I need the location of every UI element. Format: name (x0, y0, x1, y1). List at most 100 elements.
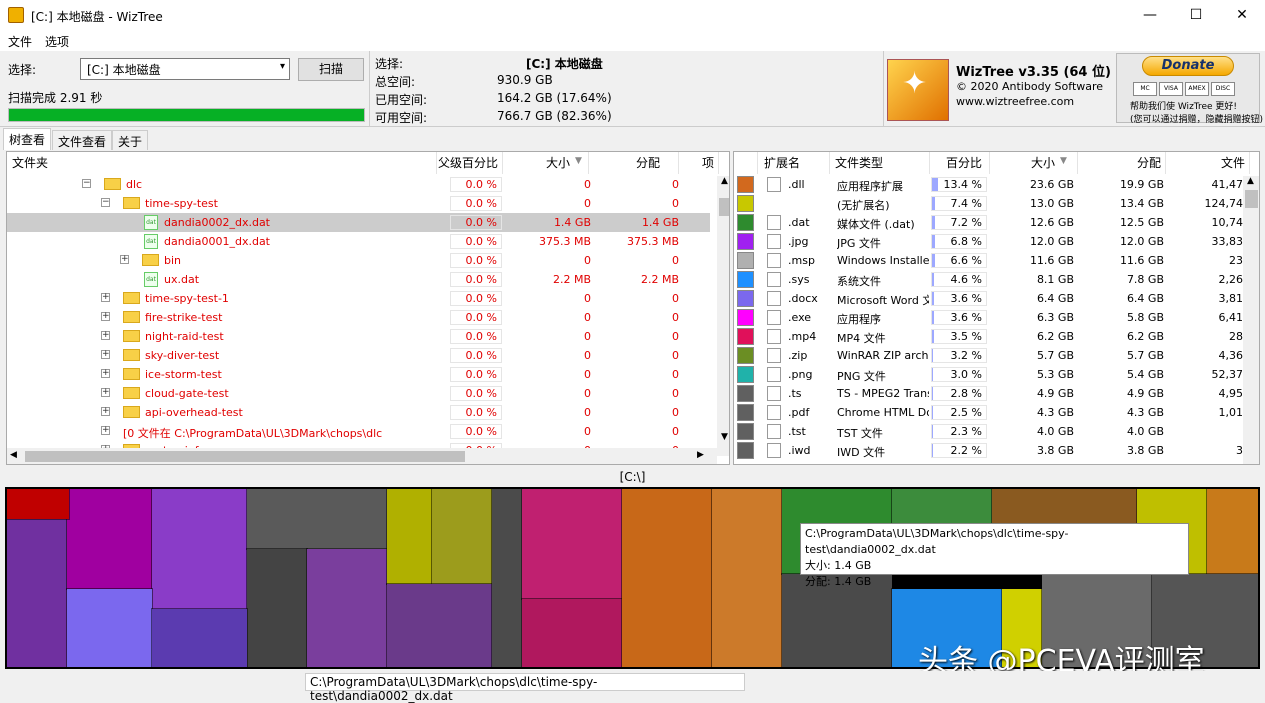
treemap-block[interactable] (151, 489, 248, 610)
expand-icon[interactable]: + (101, 388, 110, 397)
scroll-up-icon[interactable]: ▲ (721, 176, 728, 186)
treemap-block[interactable] (521, 598, 623, 667)
tree-horizontal-scrollbar[interactable]: ◀ ▶ (7, 448, 717, 464)
brand-url[interactable]: www.wiztreefree.com (956, 95, 1074, 108)
expand-icon[interactable]: + (120, 255, 129, 264)
extension-vertical-scrollbar[interactable]: ▲ (1243, 176, 1259, 464)
extension-row[interactable]: .iwd IWD 文件 2.2 % 3.8 GB 3.8 GB 30 (734, 441, 1250, 460)
tree-row-name: cloud-gate-test (145, 387, 229, 400)
treemap-block[interactable] (491, 489, 523, 667)
col-header-extension[interactable]: 扩展名 (758, 152, 830, 174)
menu-file[interactable]: 文件 (8, 33, 32, 50)
treemap-block[interactable] (246, 548, 308, 667)
scroll-up-icon[interactable]: ▲ (1247, 176, 1254, 186)
extension-row[interactable]: .docx Microsoft Word 文 3.6 % 6.4 GB 6.4 GB 3,… (734, 289, 1250, 308)
collapse-icon[interactable]: − (82, 179, 91, 188)
extension-row[interactable]: .exe 应用程序 3.6 % 6.3 GB 5.8 GB 6,417 (734, 308, 1250, 327)
extension-list-panel[interactable]: 扩展名 文件类型 百分比 大小 ▼ 分配 文件 .dll 应用程序扩展 13.4 %… (733, 151, 1260, 465)
scrollbar-thumb[interactable] (719, 198, 729, 216)
file-type-icon (767, 329, 781, 344)
treemap-block[interactable] (1206, 489, 1258, 575)
col-header-items[interactable]: 项 (679, 152, 719, 174)
treemap-block[interactable] (431, 489, 493, 585)
extension-row[interactable]: .dat 媒体文件 (.dat) 7.2 % 12.6 GB 12.5 GB 10,740 (734, 213, 1250, 232)
expand-icon[interactable]: + (101, 331, 110, 340)
scrollbar-thumb[interactable] (1245, 190, 1258, 208)
extension-row[interactable]: .ts TS - MPEG2 Transp2.8 % 4.9 GB 4.9 GB 4,9… (734, 384, 1250, 403)
scan-button[interactable]: 扫描 (298, 58, 364, 81)
donate-button[interactable]: Donate (1142, 56, 1234, 76)
treemap-block[interactable] (66, 588, 153, 667)
tab-file-view[interactable]: 文件查看 (52, 130, 113, 150)
extension-row[interactable]: .msp Windows Installer 6.6 % 11.6 GB 11.6 GB… (734, 251, 1250, 270)
treemap-block[interactable] (246, 489, 388, 550)
tree-vertical-scrollbar[interactable]: ▲ ▼ (717, 176, 729, 456)
treemap-block[interactable] (521, 489, 623, 600)
col-header-alloc[interactable]: 分配 (589, 152, 679, 174)
maximize-button[interactable]: ☐ (1173, 0, 1219, 31)
treemap-block[interactable] (66, 489, 153, 590)
expand-icon[interactable]: + (101, 293, 110, 302)
treemap-block[interactable] (386, 583, 493, 667)
col-header-file-type[interactable]: 文件类型 (830, 152, 930, 174)
scroll-down-icon[interactable]: ▼ (721, 432, 728, 442)
extension-row[interactable]: .zip WinRAR ZIP archiv 3.2 % 5.7 GB 5.7 GB 4,… (734, 346, 1250, 365)
extension-row[interactable]: .jpg JPG 文件 6.8 % 12.0 GB 12.0 GB 33,833 (734, 232, 1250, 251)
treemap-block[interactable] (151, 608, 248, 667)
tree-row[interactable]: + cloud-gate-test 0.0 % 0 0 (7, 384, 710, 403)
tree-row-size: 2.2 MB (552, 273, 591, 286)
extension-row[interactable]: .dll 应用程序扩展 13.4 % 23.6 GB 19.9 GB 41,478 (734, 175, 1250, 194)
col-header-alloc[interactable]: 分配 (1078, 152, 1166, 174)
tree-row[interactable]: + time-spy-test-1 0.0 % 0 0 (7, 289, 710, 308)
tree-row[interactable]: + bin 0.0 % 0 0 (7, 251, 710, 270)
col-header-percent[interactable]: 百分比 (930, 152, 990, 174)
tree-row-percent: 0.0 % (450, 405, 502, 420)
file-type-icon (767, 310, 781, 325)
col-header-parent-percent[interactable]: 父级百分比 (437, 152, 503, 174)
expand-icon[interactable]: + (101, 312, 110, 321)
expand-icon[interactable]: + (101, 407, 110, 416)
close-button[interactable]: ✕ (1219, 0, 1265, 31)
extension-row[interactable]: .png PNG 文件 3.0 % 5.3 GB 5.4 GB 52,370 (734, 365, 1250, 384)
col-header-folder[interactable]: 文件夹 (7, 152, 437, 174)
tree-row-percent: 0.0 % (450, 310, 502, 325)
tree-row[interactable]: − dlc 0.0 % 0 0 (7, 175, 710, 194)
tree-row[interactable]: dat dandia0002_dx.dat 0.0 % 1.4 GB 1.4 GB (7, 213, 710, 232)
extension-row[interactable]: (无扩展名) 7.4 % 13.0 GB 13.4 GB 124,740 (734, 194, 1250, 213)
drive-select[interactable]: [C:] 本地磁盘 ▾ (80, 58, 290, 80)
file-icon: dat (144, 234, 158, 249)
tab-about[interactable]: 关于 (112, 130, 149, 150)
col-header-files[interactable]: 文件 (1166, 152, 1250, 174)
scroll-right-icon[interactable]: ▶ (697, 450, 704, 460)
menu-options[interactable]: 选项 (45, 33, 69, 50)
extension-row[interactable]: .mp4 MP4 文件 3.5 % 6.2 GB 6.2 GB 281 (734, 327, 1250, 346)
tree-row-alloc: 0 (672, 311, 679, 324)
treemap-block[interactable] (621, 489, 713, 667)
tree-view-panel[interactable]: 文件夹 父级百分比 大小 ▼ 分配 项 − dlc 0.0 % 0 0− time-spy… (6, 151, 730, 465)
file-type: Windows Installer (837, 254, 929, 267)
extension-row[interactable]: .pdf Chrome HTML Docu2.5 % 4.3 GB 4.3 GB 1,0… (734, 403, 1250, 422)
tree-row[interactable]: + sky-diver-test 0.0 % 0 0 (7, 346, 710, 365)
expand-icon[interactable]: + (101, 369, 110, 378)
tree-row[interactable]: + [0 文件在 C:\ProgramData\UL\3DMark\chops\d… (7, 422, 710, 441)
treemap-block[interactable] (386, 489, 433, 585)
scroll-left-icon[interactable]: ◀ (10, 450, 17, 460)
minimize-button[interactable]: — (1127, 0, 1173, 31)
tree-row[interactable]: − time-spy-test 0.0 % 0 0 (7, 194, 710, 213)
expand-icon[interactable]: + (101, 350, 110, 359)
tree-row[interactable]: + ice-storm-test 0.0 % 0 0 (7, 365, 710, 384)
tree-row[interactable]: + night-raid-test 0.0 % 0 0 (7, 327, 710, 346)
expand-icon[interactable]: + (101, 426, 110, 435)
tree-row[interactable]: + api-overhead-test 0.0 % 0 0 (7, 403, 710, 422)
tree-row[interactable]: + fire-strike-test 0.0 % 0 0 (7, 308, 710, 327)
treemap-block[interactable] (7, 489, 70, 520)
scrollbar-thumb[interactable] (25, 451, 465, 462)
tree-row[interactable]: dat dandia0001_dx.dat 0.0 % 375.3 MB 375.3 M… (7, 232, 710, 251)
extension-row[interactable]: .sys 系统文件 4.6 % 8.1 GB 7.8 GB 2,263 (734, 270, 1250, 289)
treemap-block[interactable] (306, 548, 388, 667)
tree-row[interactable]: dat ux.dat 0.0 % 2.2 MB 2.2 MB (7, 270, 710, 289)
tab-tree-view[interactable]: 树查看 (3, 128, 52, 150)
collapse-icon[interactable]: − (101, 198, 110, 207)
extension-row[interactable]: .tst TST 文件 2.3 % 4.0 GB 4.0 GB 2 (734, 422, 1250, 441)
treemap-block[interactable] (711, 489, 783, 667)
